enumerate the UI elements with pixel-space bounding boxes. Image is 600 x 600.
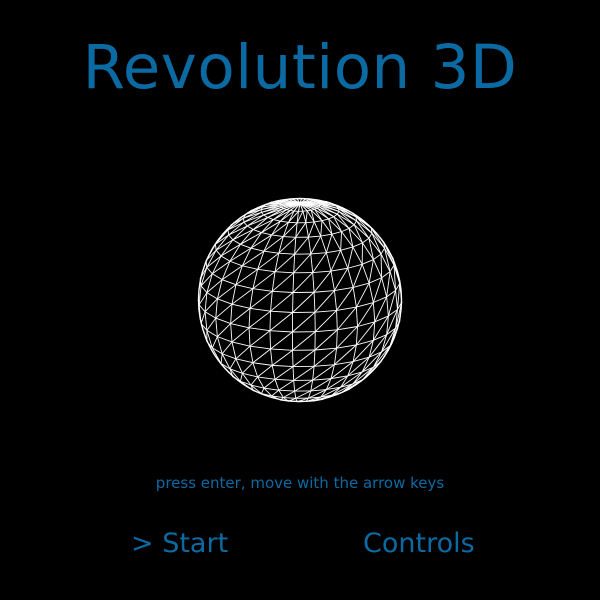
wireframe-edge — [269, 310, 272, 332]
wireframe-edge — [269, 330, 272, 350]
game-title: Revolution 3D — [82, 32, 518, 103]
instruction-text: press enter, move with the arrow keys — [155, 474, 445, 492]
wireframe-edge — [380, 253, 383, 279]
wireframe-sphere-graphic — [197, 197, 403, 403]
wireframe-edge — [288, 221, 298, 224]
wireframe-sphere-icon — [196, 196, 404, 404]
controls-menu-item[interactable]: Controls — [363, 527, 475, 561]
start-menu-item[interactable]: > Start — [131, 527, 228, 561]
wireframe-edge — [227, 229, 230, 236]
